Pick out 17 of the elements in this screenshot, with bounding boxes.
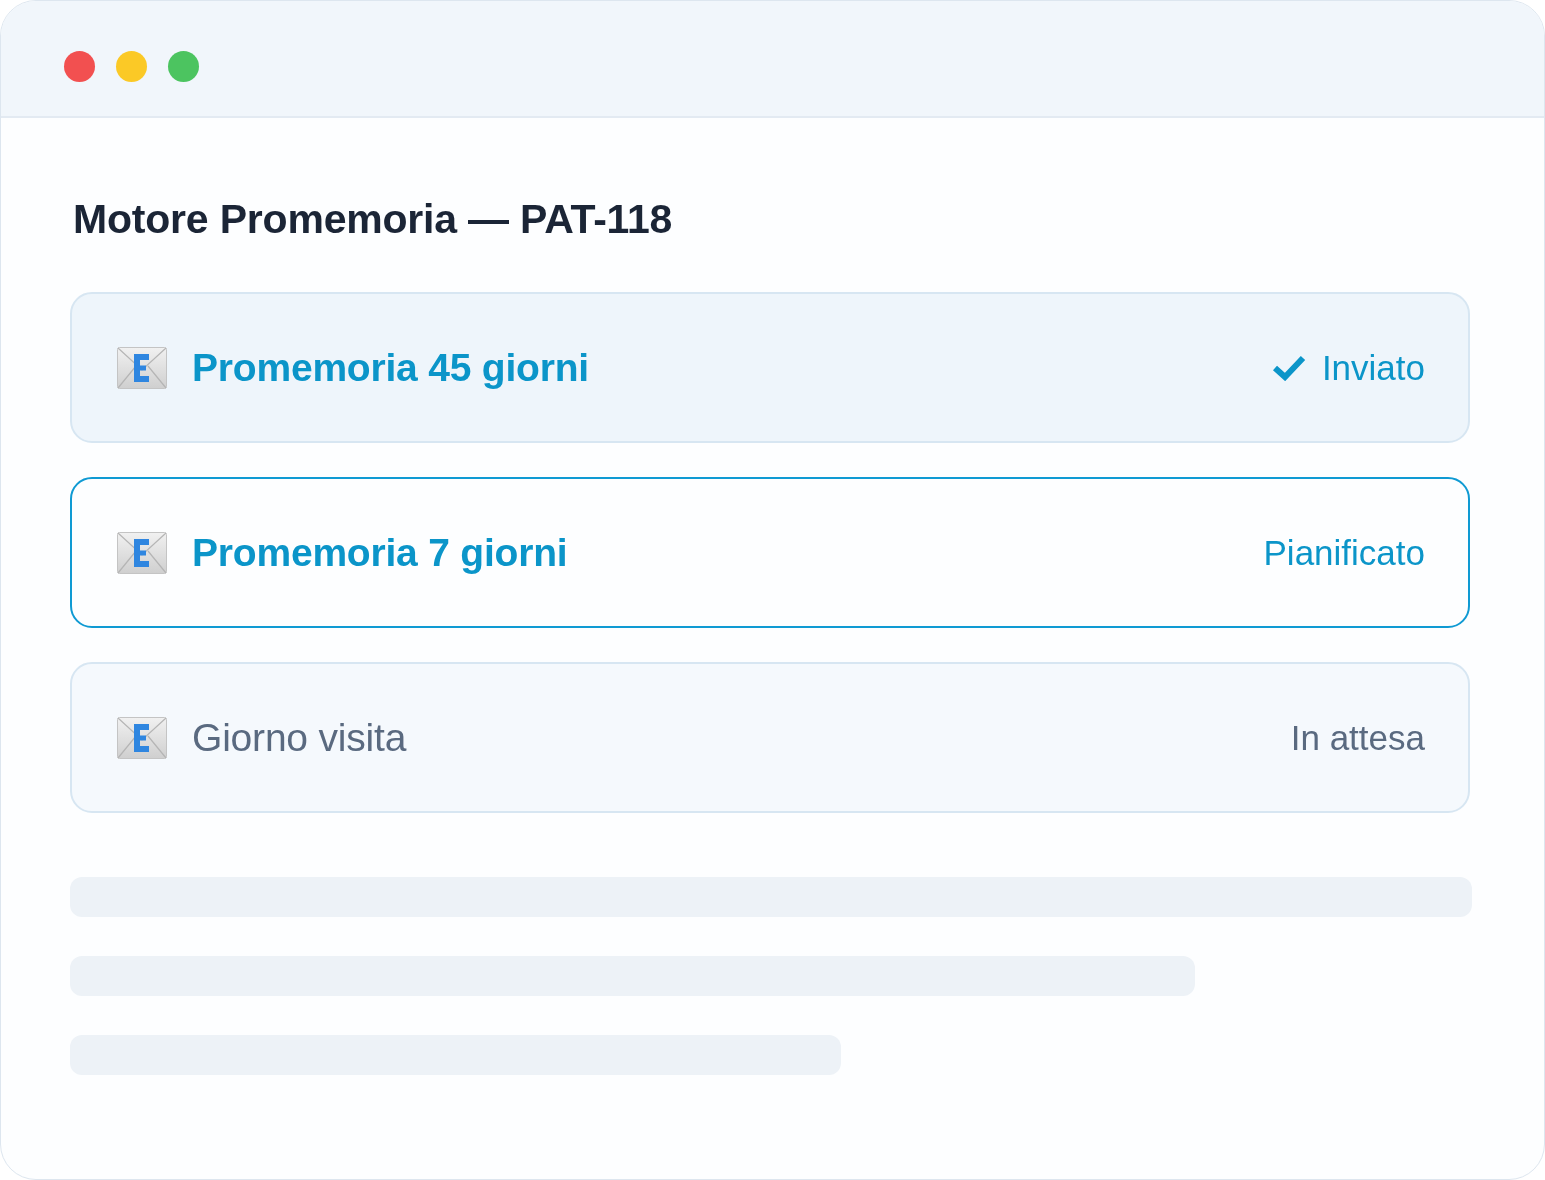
status-label: In attesa <box>1290 716 1425 759</box>
minimize-button[interactable] <box>116 51 147 82</box>
reminder-title: Giorno visita <box>192 714 407 761</box>
reminder-card[interactable]: Promemoria 7 giorni Pianificato <box>70 477 1470 628</box>
zoom-button[interactable] <box>168 51 199 82</box>
page-title: Motore Promemoria — PAT-118 <box>73 195 673 244</box>
close-button[interactable] <box>64 51 95 82</box>
reminder-title: Promemoria 7 giorni <box>192 529 568 576</box>
status-label: Pianificato <box>1263 531 1425 574</box>
envelope-icon <box>117 346 167 389</box>
status-label: Inviato <box>1321 346 1425 389</box>
envelope-icon <box>117 716 167 759</box>
reminder-card[interactable]: Promemoria 45 giorni Inviato <box>70 292 1470 443</box>
reminder-title: Promemoria 45 giorni <box>192 344 589 391</box>
check-icon <box>1271 354 1306 381</box>
reminder-card[interactable]: Giorno visita In attesa <box>70 662 1470 813</box>
envelope-icon <box>117 531 167 574</box>
